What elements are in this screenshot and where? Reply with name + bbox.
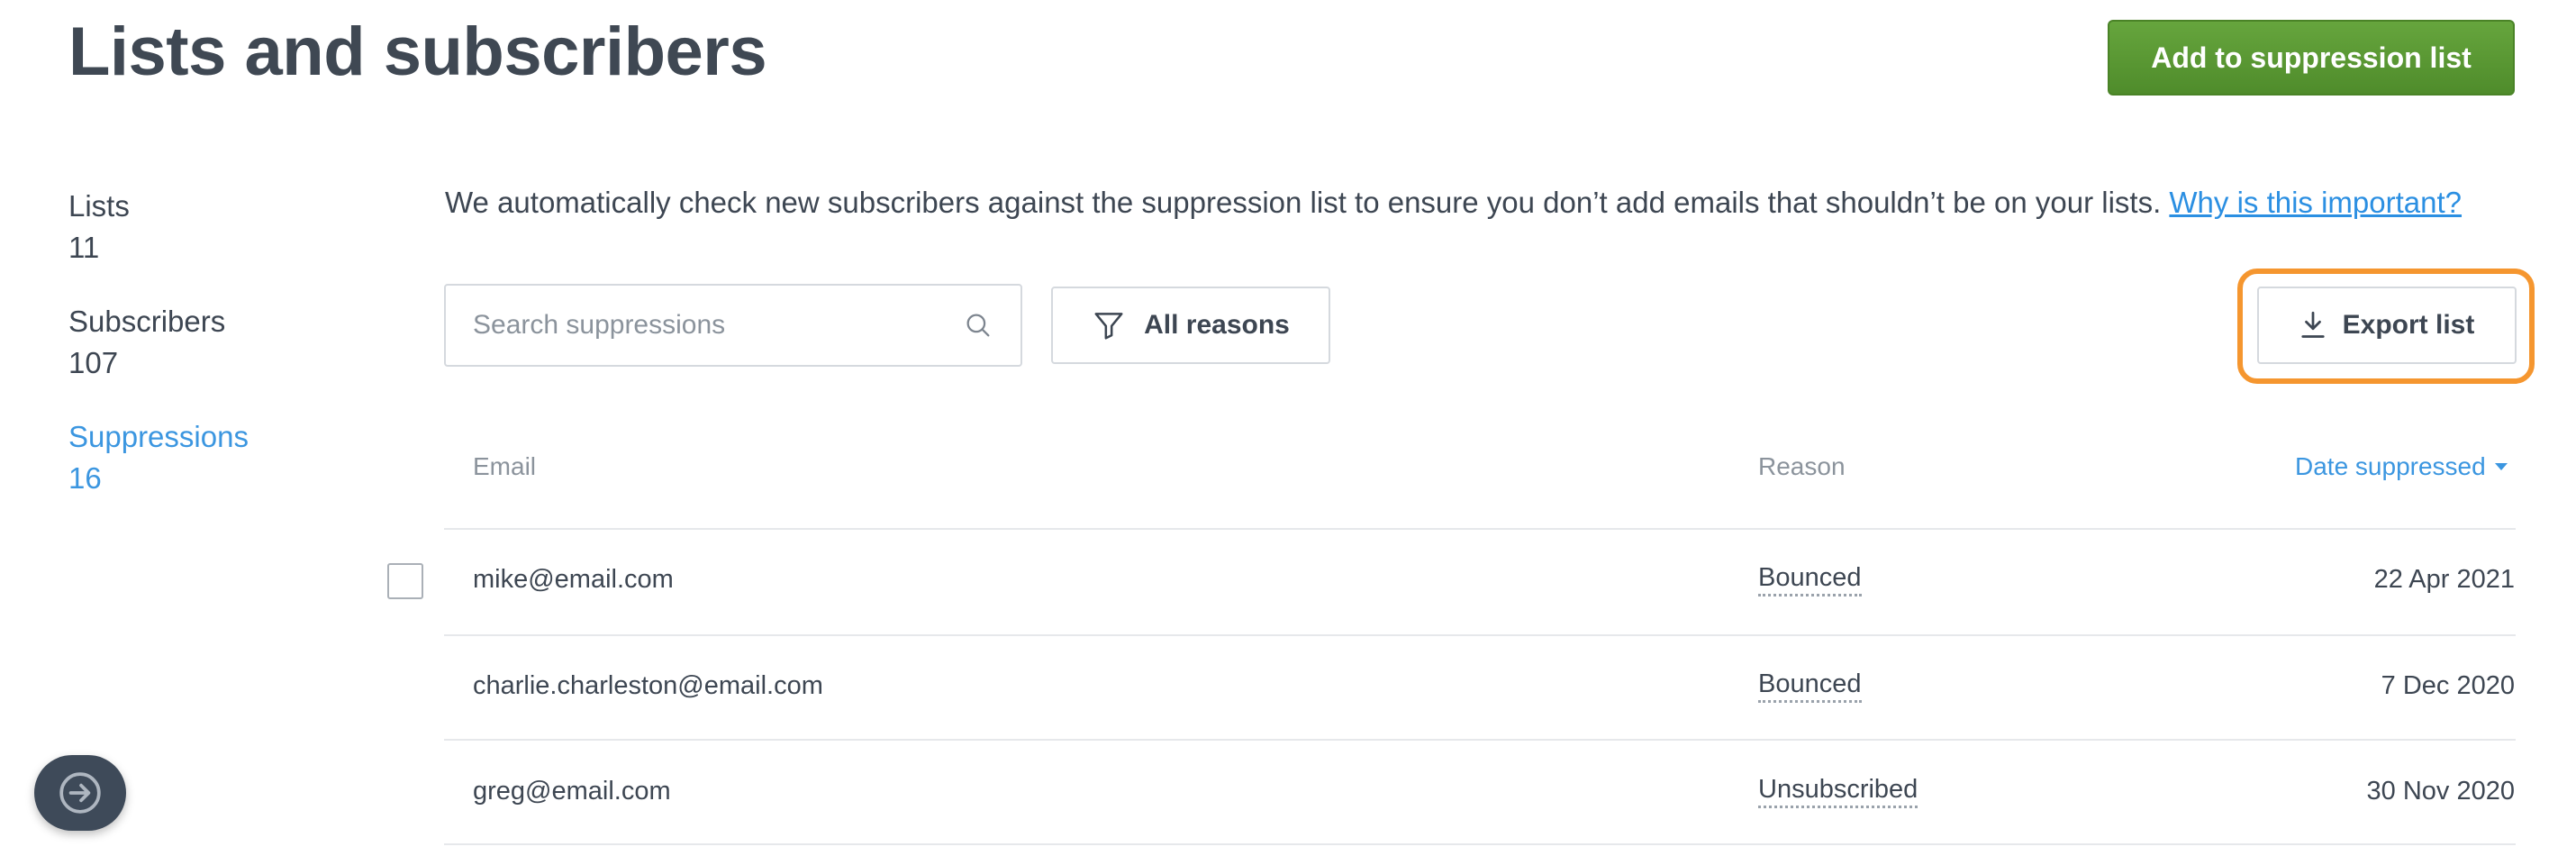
row-date: 30 Nov 2020 — [2366, 777, 2515, 806]
intro-text: We automatically check new subscribers a… — [445, 186, 2462, 220]
column-header-date-suppressed[interactable]: Date suppressed — [2295, 452, 2508, 481]
download-icon — [2301, 311, 2325, 338]
row-date: 7 Dec 2020 — [2381, 671, 2515, 700]
divider — [444, 634, 2516, 636]
export-list-button[interactable]: Export list — [2257, 287, 2517, 364]
divider — [444, 528, 2516, 530]
arrow-right-circle-icon — [59, 772, 101, 814]
row-date: 22 Apr 2021 — [2373, 565, 2515, 594]
sort-desc-icon — [2494, 463, 2508, 470]
export-list-label: Export list — [2342, 310, 2475, 340]
sidebar-item-subscribers[interactable]: Subscribers 107 — [68, 301, 225, 384]
search-input[interactable] — [473, 310, 963, 341]
reason-tooltip-trigger[interactable]: Bounced — [1758, 669, 1862, 703]
column-header-email: Email — [473, 452, 537, 480]
reason-tooltip-trigger[interactable]: Bounced — [1758, 563, 1862, 596]
row-checkbox[interactable] — [387, 563, 423, 599]
reason-tooltip-trigger[interactable]: Unsubscribed — [1758, 775, 1918, 808]
floating-nav-button[interactable] — [34, 755, 126, 831]
row-reason: Bounced — [1758, 669, 1862, 703]
row-reason: Bounced — [1758, 563, 1862, 596]
row-email: greg@email.com — [473, 777, 671, 806]
sidebar-item-label: Suppressions — [68, 420, 249, 453]
page: Lists and subscribers Add to suppression… — [0, 0, 2576, 865]
sidebar-item-count: 16 — [68, 461, 102, 495]
intro-body: We automatically check new subscribers a… — [445, 186, 2170, 219]
sidebar-item-suppressions[interactable]: Suppressions 16 — [68, 416, 249, 499]
sidebar-item-label: Subscribers — [68, 305, 226, 338]
sidebar-item-count: 11 — [68, 231, 100, 264]
column-header-reason: Reason — [1758, 452, 1846, 480]
row-email: charlie.charleston@email.com — [473, 671, 823, 700]
search-field[interactable] — [444, 284, 1022, 367]
add-to-suppression-list-button[interactable]: Add to suppression list — [2108, 20, 2515, 96]
column-header-date-label: Date suppressed — [2295, 452, 2486, 480]
filter-icon — [1094, 313, 1123, 340]
reason-filter-label: All reasons — [1144, 310, 1290, 340]
row-email: mike@email.com — [473, 565, 674, 594]
sidebar-item-lists[interactable]: Lists 11 — [68, 186, 130, 269]
reason-filter-button[interactable]: All reasons — [1051, 287, 1330, 364]
search-icon[interactable] — [963, 310, 993, 341]
page-title: Lists and subscribers — [68, 14, 767, 90]
sidebar-item-count: 107 — [68, 346, 119, 379]
divider — [444, 739, 2516, 741]
sidebar-item-label: Lists — [68, 189, 130, 223]
row-reason: Unsubscribed — [1758, 775, 1918, 808]
why-important-link[interactable]: Why is this important? — [2169, 186, 2462, 219]
divider — [444, 843, 2516, 845]
